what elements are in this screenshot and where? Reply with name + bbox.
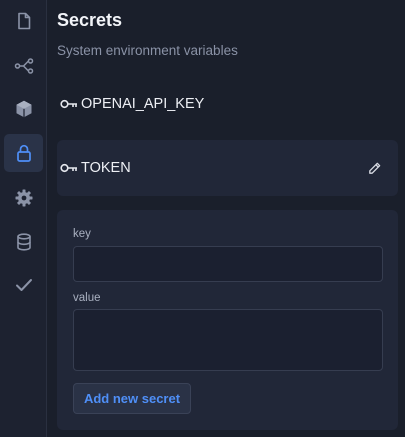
nav-item-checks[interactable]	[4, 266, 43, 304]
value-label: value	[73, 292, 101, 304]
nav-item-graph[interactable]	[4, 47, 43, 85]
nav-item-secrets[interactable]	[4, 134, 43, 172]
page-title: Secrets	[57, 10, 123, 30]
sidebar	[0, 0, 47, 437]
checkmark-icon	[15, 279, 32, 291]
database-icon	[16, 233, 31, 251]
add-new-secret-button[interactable]: Add new secret	[73, 383, 191, 414]
nav-item-database[interactable]	[4, 223, 43, 261]
nav-item-settings[interactable]	[4, 179, 43, 217]
nav-item-packages[interactable]	[4, 90, 43, 128]
secret-item[interactable]: TOKEN	[57, 140, 398, 196]
new-secret-form: key value Add new secret	[57, 210, 398, 430]
secret-name: OPENAI_API_KEY	[81, 96, 205, 112]
secrets-panel: Secrets System environment variables OPE…	[57, 0, 405, 437]
share-nodes-icon	[14, 58, 33, 74]
key-label: key	[73, 228, 91, 240]
key-icon	[60, 99, 77, 109]
gear-icon	[15, 189, 32, 207]
lock-icon	[16, 144, 31, 162]
key-icon	[60, 163, 77, 173]
secret-item[interactable]: OPENAI_API_KEY	[57, 76, 398, 132]
file-icon	[17, 12, 30, 30]
page-subtitle: System environment variables	[57, 43, 238, 58]
nav-item-files[interactable]	[4, 2, 43, 40]
cube-icon	[16, 100, 31, 118]
pencil-icon[interactable]	[367, 161, 382, 176]
value-input[interactable]	[73, 309, 383, 371]
secret-name: TOKEN	[81, 160, 131, 176]
key-input[interactable]	[73, 246, 383, 282]
